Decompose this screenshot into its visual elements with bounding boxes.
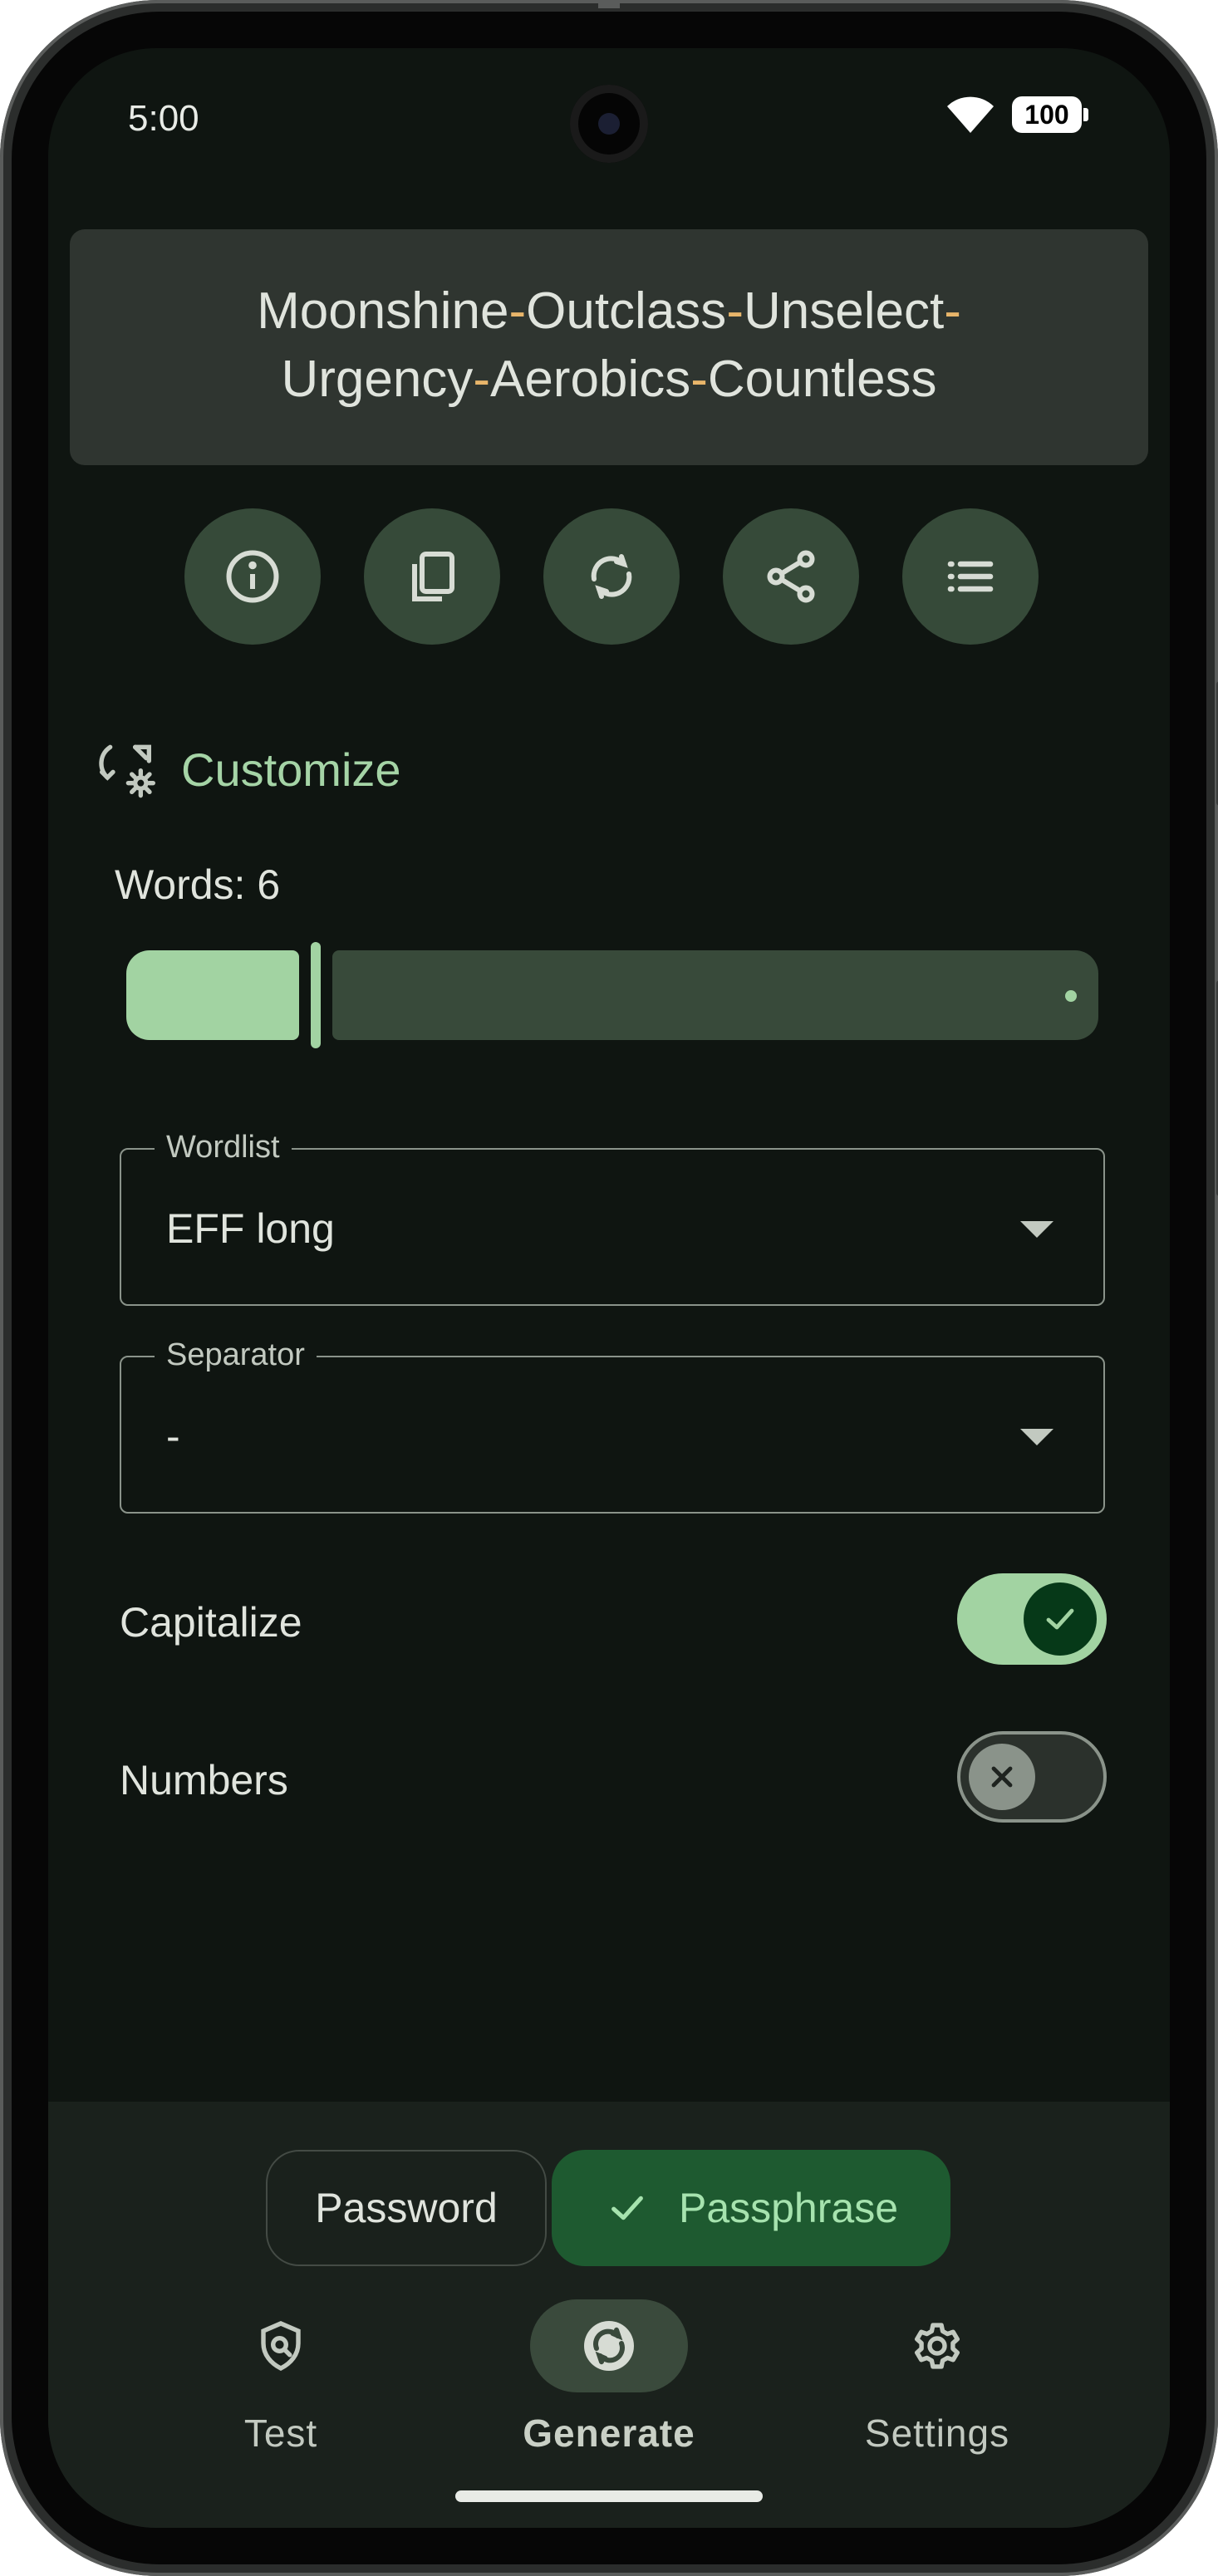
nav-test-icon-wrap [202, 2299, 360, 2392]
refresh-icon [591, 554, 632, 599]
passphrase-word: Outclass [526, 282, 727, 340]
passphrase-word: Aerobics [489, 351, 691, 408]
phone-frame: 5:00 100 Moonshine-Outclass-Unselect- Ur… [0, 0, 1218, 2576]
gear-icon [915, 2323, 960, 2369]
list-icon [947, 561, 994, 592]
info-icon [226, 550, 279, 603]
chevron-down-icon [1020, 1429, 1053, 1445]
nav-settings-icon-wrap [858, 2299, 1016, 2392]
check-icon [611, 2196, 643, 2220]
copy-button[interactable] [364, 508, 500, 645]
regenerate-button[interactable] [543, 508, 680, 645]
copy-icon [412, 552, 454, 601]
shield-search-icon [261, 2321, 301, 2372]
passphrase-mode-button[interactable]: Passphrase [552, 2150, 950, 2266]
wordlist-value: EFF long [166, 1205, 335, 1252]
status-bar: 5:00 100 [48, 48, 1170, 198]
words-slider[interactable] [126, 942, 1098, 1048]
passphrase-separator: - [944, 282, 961, 340]
customize-header: Customize [96, 736, 401, 802]
slider-active-track [126, 950, 299, 1040]
passphrase-separator: - [508, 282, 527, 340]
passphrase-separator: - [690, 351, 708, 408]
passphrase-display[interactable]: Moonshine-Outclass-Unselect- Urgency-Aer… [70, 229, 1148, 465]
passphrase-word: Moonshine [257, 282, 509, 340]
info-button[interactable] [184, 508, 321, 645]
separator-label: Separator [155, 1337, 317, 1373]
home-indicator[interactable] [455, 2490, 763, 2502]
wifi-icon [947, 96, 994, 133]
nav-generate[interactable]: Generate [493, 2299, 725, 2456]
switch-knob [969, 1744, 1035, 1810]
capitalize-switch[interactable] [957, 1573, 1107, 1665]
separator-value: - [166, 1413, 180, 1460]
slider-stop-indicator [1065, 990, 1077, 1002]
nav-settings[interactable]: Settings [821, 2299, 1053, 2456]
numbers-label: Numbers [120, 1757, 288, 1803]
chevron-down-icon [1020, 1221, 1053, 1238]
nav-generate-icon-wrap [530, 2299, 688, 2392]
slider-handle[interactable] [311, 942, 321, 1048]
passphrase-word: Urgency [281, 351, 474, 408]
status-time: 5:00 [128, 98, 199, 139]
words-count-label: Words: 6 [115, 861, 281, 908]
wordlist-label: Wordlist [155, 1130, 292, 1165]
slider-inactive-track [332, 950, 1098, 1040]
nav-test-label: Test [243, 2412, 318, 2455]
passphrase-separator: - [726, 282, 744, 340]
frame-notch [598, 0, 620, 8]
generate-icon [584, 2321, 634, 2371]
switch-knob [1024, 1582, 1097, 1656]
share-icon [767, 550, 815, 603]
capitalize-label: Capitalize [120, 1599, 302, 1646]
numbers-switch[interactable] [957, 1731, 1107, 1823]
wordlist-dropdown[interactable]: Wordlist EFF long [120, 1130, 1105, 1306]
action-row [184, 508, 1040, 645]
customize-title: Customize [181, 743, 401, 796]
password-mode-button[interactable]: Password [266, 2150, 547, 2266]
passphrase-word: Countless [707, 351, 937, 408]
nav-test[interactable]: Test [165, 2299, 397, 2456]
check-icon [1046, 1608, 1074, 1630]
list-button[interactable] [902, 508, 1039, 645]
app-screen: 5:00 100 Moonshine-Outclass-Unselect- Ur… [48, 48, 1170, 2528]
share-button[interactable] [723, 508, 859, 645]
passphrase-mode-label: Passphrase [678, 2185, 899, 2231]
front-camera [570, 85, 648, 163]
password-mode-label: Password [315, 2185, 498, 2231]
customize-icon [99, 744, 155, 798]
passphrase-separator: - [473, 351, 490, 408]
nav-generate-label: Generate [523, 2412, 695, 2455]
battery-icon: 100 [1012, 96, 1088, 133]
passphrase-word: Unselect [743, 282, 945, 340]
close-icon [991, 1766, 1013, 1788]
separator-dropdown[interactable]: Separator - [120, 1337, 1105, 1514]
nav-settings-label: Settings [864, 2412, 1010, 2455]
